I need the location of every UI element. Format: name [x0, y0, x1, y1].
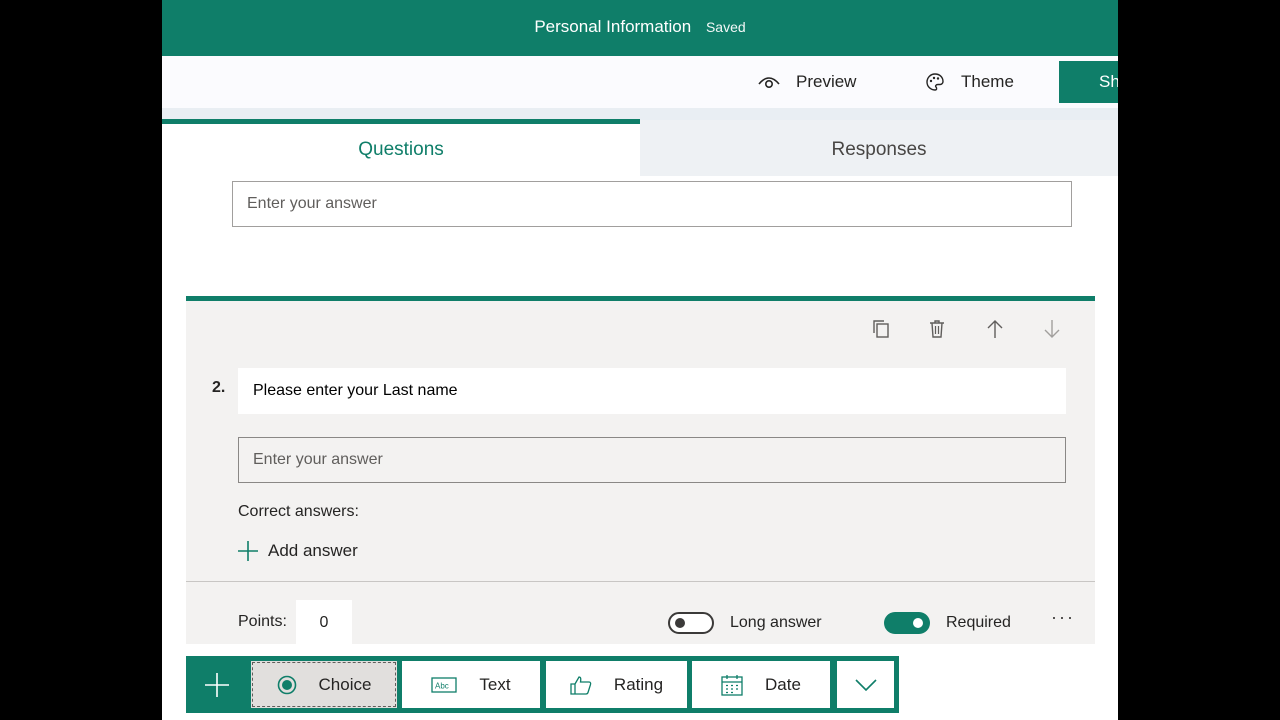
choice-label: Choice	[318, 674, 372, 694]
save-status: Saved	[705, 19, 746, 35]
top-toolbar: Preview Theme Sh	[162, 56, 1118, 108]
arrow-up-icon[interactable]	[986, 319, 1004, 344]
more-question-types-button[interactable]	[837, 661, 894, 708]
tab-questions[interactable]: Questions	[162, 119, 640, 176]
arrow-down-icon[interactable]	[1043, 319, 1061, 344]
eye-icon	[758, 77, 780, 89]
question-card[interactable]: 2. Please enter your Last name Enter you…	[186, 296, 1095, 644]
toggle-knob	[913, 618, 923, 628]
add-answer-button[interactable]: Add answer	[238, 541, 358, 561]
trash-icon[interactable]	[929, 319, 945, 344]
question-title-input[interactable]: Please enter your Last name	[238, 368, 1066, 414]
radio-icon	[277, 675, 296, 694]
points-label: Points:	[238, 613, 287, 630]
long-answer-toggle[interactable]	[668, 612, 714, 634]
question-number: 2.	[212, 379, 226, 396]
share-label: Sh	[1099, 72, 1118, 91]
preview-label: Preview	[796, 72, 857, 91]
text-abc-icon: Abc	[431, 676, 458, 693]
date-label: Date	[765, 674, 801, 694]
palette-icon	[926, 73, 944, 91]
add-question-button[interactable]	[186, 656, 248, 713]
divider	[186, 581, 1095, 582]
required-label: Required	[946, 614, 1011, 631]
calendar-icon	[721, 674, 743, 696]
form-title: Personal Information	[534, 17, 692, 36]
tab-strip: Questions Responses	[162, 108, 1118, 176]
rating-label: Rating	[613, 674, 664, 694]
insert-choice-button[interactable]: Choice	[251, 661, 397, 708]
chevron-down-icon	[854, 678, 877, 691]
insert-rating-button[interactable]: Rating	[546, 661, 687, 708]
required-toggle[interactable]	[884, 612, 930, 634]
plus-icon	[238, 541, 258, 561]
thumbs-up-icon	[570, 675, 592, 695]
preview-button[interactable]: Preview	[758, 56, 856, 108]
insert-date-button[interactable]: Date	[692, 661, 830, 708]
more-options-icon[interactable]: ···	[1051, 607, 1075, 628]
forms-window: Personal Information Saved Preview Theme…	[162, 0, 1118, 720]
add-answer-label: Add answer	[268, 541, 358, 560]
question2-answer-input[interactable]: Enter your answer	[238, 437, 1066, 483]
theme-label: Theme	[961, 72, 1014, 91]
copy-icon[interactable]	[872, 319, 890, 344]
answer-placeholder: Enter your answer	[247, 195, 377, 212]
insert-text-button[interactable]: Abc Text	[402, 661, 540, 708]
toggle-knob	[675, 618, 685, 628]
points-input[interactable]: 0	[296, 600, 352, 644]
share-button[interactable]: Sh	[1059, 61, 1118, 103]
text-label: Text	[479, 674, 511, 694]
title-bar: Personal Information Saved	[162, 0, 1118, 56]
answer-placeholder: Enter your answer	[253, 451, 383, 468]
question1-answer-input[interactable]: Enter your answer	[232, 181, 1072, 227]
theme-button[interactable]: Theme	[925, 56, 1014, 108]
svg-text:Abc: Abc	[435, 681, 449, 690]
plus-icon	[205, 672, 229, 697]
tab-responses[interactable]: Responses	[640, 120, 1118, 176]
long-answer-label: Long answer	[730, 614, 822, 631]
insert-question-bar: Choice Abc Text Rating Date	[186, 656, 899, 713]
correct-answers-label: Correct answers:	[238, 503, 359, 520]
